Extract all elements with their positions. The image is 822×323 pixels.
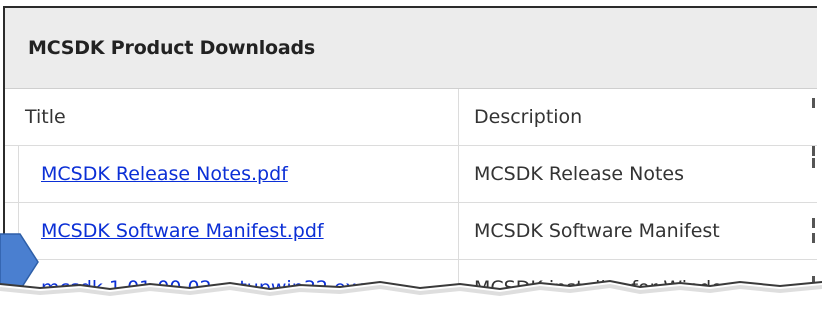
downloads-panel: MCSDK Product Downloads Title Descriptio…: [3, 6, 817, 296]
table-row: MCSDK Software Manifest.pdf MCSDK Softwa…: [5, 202, 817, 260]
file-link-software-manifest[interactable]: MCSDK Software Manifest.pdf: [41, 220, 324, 242]
title-cell: MCSDK Software Manifest.pdf: [5, 202, 459, 260]
table-header-row: Title Description: [5, 89, 817, 146]
column-header-description[interactable]: Description: [458, 89, 817, 146]
torn-edge-decoration: [0, 279, 822, 323]
file-link-release-notes[interactable]: MCSDK Release Notes.pdf: [41, 163, 288, 185]
title-cell: MCSDK Release Notes.pdf: [5, 145, 459, 203]
panel-title: MCSDK Product Downloads: [5, 8, 817, 89]
table-row: MCSDK Release Notes.pdf MCSDK Release No…: [5, 145, 817, 203]
column-header-title[interactable]: Title: [5, 89, 459, 146]
downloads-table: Title Description MCSDK Release Notes.pd…: [5, 89, 817, 294]
description-cell: MCSDK Release Notes: [458, 145, 817, 203]
cropped-column-edge: [807, 98, 817, 294]
description-cell: MCSDK Software Manifest: [458, 202, 817, 260]
